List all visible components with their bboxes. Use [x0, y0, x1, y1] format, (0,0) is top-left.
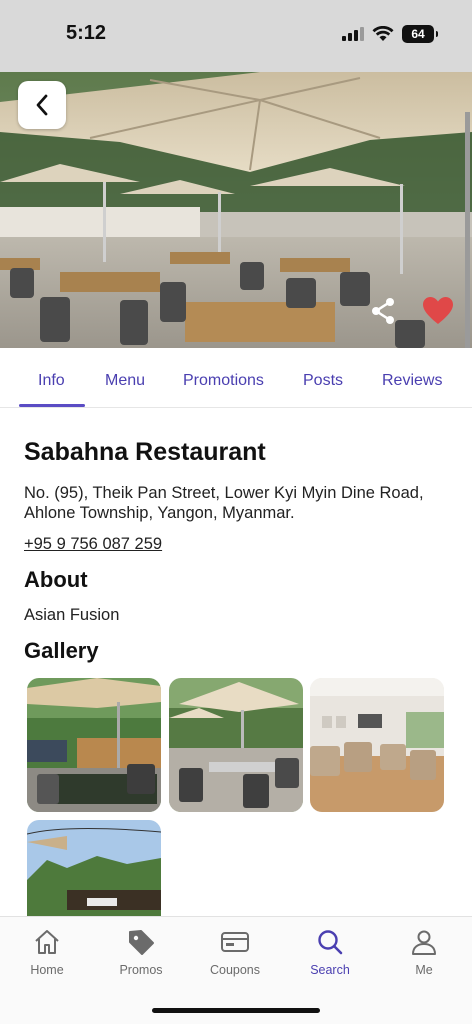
tab-bar: Info Menu Promotions Posts Reviews	[0, 352, 472, 408]
home-icon	[35, 930, 59, 954]
share-button[interactable]	[368, 296, 398, 326]
nav-coupons-label: Coupons	[209, 963, 261, 977]
cellular-signal-icon	[342, 27, 364, 41]
restaurant-patio-photo	[0, 72, 472, 348]
nav-promos[interactable]: Promos	[94, 917, 188, 987]
gallery-photo-2[interactable]	[169, 678, 303, 812]
favorite-button[interactable]	[422, 296, 454, 326]
gallery-photo-1[interactable]	[27, 678, 161, 812]
nav-me-label: Me	[415, 963, 433, 977]
nav-home[interactable]: Home	[0, 917, 94, 987]
outdoor-dining-photo	[169, 678, 303, 812]
tabs-divider	[0, 407, 472, 408]
indoor-dining-photo	[310, 678, 444, 812]
gallery-heading: Gallery	[24, 638, 99, 663]
nav-search[interactable]: Search	[283, 917, 377, 987]
home-indicator	[152, 1008, 320, 1013]
tab-info[interactable]: Info	[38, 372, 65, 390]
battery-icon: 64	[402, 25, 438, 43]
address-line-2: Ahlone Township, Yangon, Myanmar.	[24, 504, 295, 522]
hero-photo	[0, 72, 472, 348]
tab-posts[interactable]: Posts	[303, 372, 343, 390]
patio-umbrella-photo	[27, 678, 161, 812]
battery-level: 64	[411, 27, 425, 41]
tab-promotions[interactable]: Promotions	[183, 372, 264, 390]
coupon-icon	[221, 932, 249, 952]
search-icon	[318, 930, 343, 955]
nav-promos-label: Promos	[119, 963, 163, 977]
about-text: Asian Fusion	[24, 606, 120, 624]
person-icon	[412, 930, 436, 955]
tab-reviews[interactable]: Reviews	[382, 372, 442, 390]
nav-search-label: Search	[310, 963, 350, 977]
address-line-1: No. (95), Theik Pan Street, Lower Kyi My…	[24, 484, 424, 502]
status-time: 5:12	[66, 22, 107, 44]
nav-me[interactable]: Me	[377, 917, 471, 987]
chevron-left-icon	[36, 94, 48, 116]
nav-home-label: Home	[30, 963, 64, 977]
tag-icon	[129, 930, 154, 955]
wifi-icon	[372, 26, 394, 41]
restaurant-address: No. (95), Theik Pan Street, Lower Kyi My…	[24, 483, 454, 523]
gallery-photo-4[interactable]	[27, 820, 161, 916]
restaurant-name: Sabahna Restaurant	[24, 438, 266, 466]
phone-link[interactable]: +95 9 756 087 259	[24, 535, 162, 554]
gallery-photo-3[interactable]	[310, 678, 444, 812]
garden-terrace-photo	[27, 820, 161, 916]
share-icon	[372, 298, 394, 324]
status-icons: 64	[342, 25, 438, 43]
status-bar: 5:12 64	[0, 0, 472, 72]
back-button[interactable]	[18, 81, 66, 129]
heart-icon	[423, 297, 453, 324]
nav-coupons[interactable]: Coupons	[188, 917, 282, 987]
tab-menu[interactable]: Menu	[105, 372, 145, 390]
about-heading: About	[24, 567, 88, 592]
